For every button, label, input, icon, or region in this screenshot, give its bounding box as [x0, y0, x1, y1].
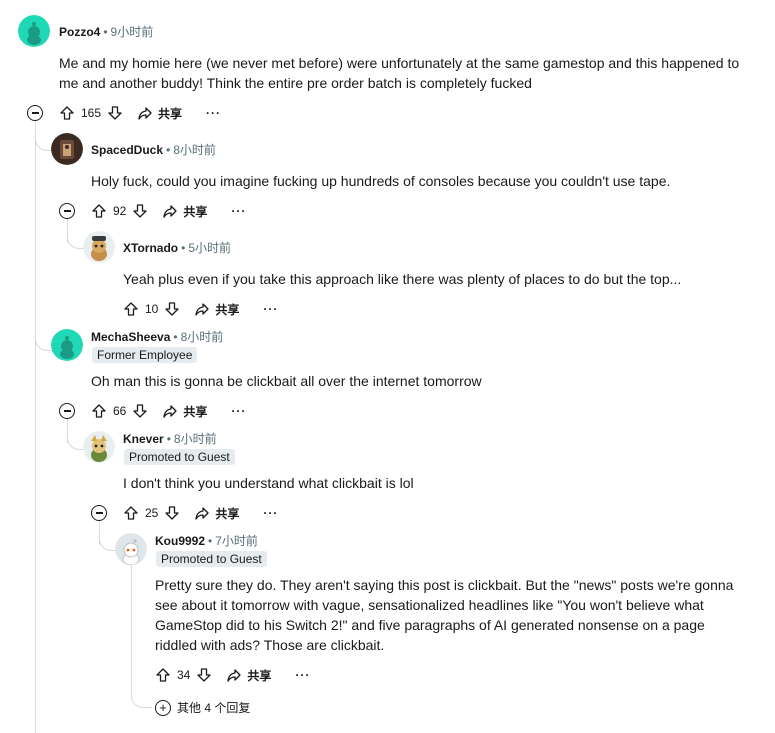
share-button[interactable]: 共享 — [137, 105, 182, 122]
thread-curve-kou9992 — [99, 521, 116, 551]
avatar[interactable] — [83, 431, 115, 463]
timestamp[interactable]: 8小时前 — [181, 330, 224, 344]
thread-line-kou9992 — [131, 565, 132, 685]
share-icon — [162, 403, 178, 419]
action-row: 92 共享 ··· — [91, 201, 246, 221]
action-row: 25 共享 ··· — [123, 503, 278, 523]
author-name[interactable]: Pozzo4 — [59, 25, 100, 39]
more-replies-button[interactable]: + 其他 4 个回复 — [155, 699, 250, 716]
share-icon — [194, 301, 210, 317]
author-name[interactable]: Knever — [123, 432, 164, 446]
comment-meta: SpacedDuck • 8小时前 — [91, 143, 216, 157]
share-button[interactable]: 共享 — [194, 301, 239, 318]
downvote-icon[interactable] — [107, 105, 123, 121]
avatar[interactable] — [18, 15, 50, 47]
more-options-button[interactable]: ··· — [231, 404, 246, 418]
thread-curve-more-replies — [131, 680, 152, 708]
thread-curve-spacedduck — [35, 120, 52, 151]
comment-meta: Pozzo4 • 9小时前 — [59, 25, 154, 39]
downvote-icon[interactable] — [132, 403, 148, 419]
share-button[interactable]: 共享 — [162, 203, 207, 220]
downvote-icon[interactable] — [164, 505, 180, 521]
author-name[interactable]: XTornado — [123, 241, 178, 255]
comment-meta: MechaSheeva • 8小时前 — [91, 330, 224, 344]
vote-count: 10 — [145, 302, 159, 316]
user-flair: Promoted to Guest — [124, 449, 235, 465]
comment-body: Holy fuck, could you imagine fucking up … — [91, 173, 671, 189]
action-row: 10 共享 ··· — [123, 299, 278, 319]
more-options-button[interactable]: ··· — [263, 506, 278, 520]
avatar[interactable] — [115, 533, 147, 565]
avatar[interactable] — [51, 133, 83, 165]
timestamp[interactable]: 9小时前 — [111, 25, 154, 39]
action-row: 165 共享 ··· — [59, 103, 221, 123]
avatar[interactable] — [51, 329, 83, 361]
downvote-icon[interactable] — [164, 301, 180, 317]
more-options-button[interactable]: ··· — [295, 668, 310, 682]
upvote-icon[interactable] — [155, 667, 171, 683]
vote-count: 92 — [113, 204, 127, 218]
timestamp[interactable]: 7小时前 — [215, 534, 258, 548]
comment-body: Me and my homie here (we never met befor… — [59, 55, 740, 91]
avatar[interactable] — [83, 231, 115, 263]
share-button[interactable]: 共享 — [226, 667, 271, 684]
comment-body: Pretty sure they do. They aren't saying … — [155, 577, 734, 653]
share-icon — [162, 203, 178, 219]
vote-count: 66 — [113, 404, 127, 418]
plus-icon: + — [155, 699, 171, 716]
collapse-button[interactable] — [27, 105, 43, 121]
user-flair: Former Employee — [92, 347, 198, 363]
upvote-icon[interactable] — [91, 203, 107, 219]
more-options-button[interactable]: ··· — [231, 204, 246, 218]
action-row: 66 共享 ··· — [91, 401, 246, 421]
downvote-icon[interactable] — [132, 203, 148, 219]
comment-meta: Knever • 8小时前 — [123, 432, 217, 446]
comment-body: Oh man this is gonna be clickbait all ov… — [91, 373, 482, 389]
timestamp[interactable]: 5小时前 — [188, 241, 231, 255]
more-replies-label: 其他 4 个回复 — [177, 701, 251, 715]
share-icon — [137, 105, 153, 121]
share-button[interactable]: 共享 — [162, 403, 207, 420]
upvote-icon[interactable] — [91, 403, 107, 419]
vote-count: 34 — [177, 668, 191, 682]
author-name[interactable]: Kou9992 — [155, 534, 205, 548]
share-icon — [194, 505, 210, 521]
downvote-icon[interactable] — [196, 667, 212, 683]
thread-curve-xtornado — [67, 219, 84, 249]
author-name[interactable]: SpacedDuck — [91, 143, 163, 157]
upvote-icon[interactable] — [123, 301, 139, 317]
thread-curve-knever — [67, 419, 84, 450]
timestamp[interactable]: 8小时前 — [173, 143, 216, 157]
comment-meta: XTornado • 5小时前 — [123, 241, 231, 255]
timestamp[interactable]: 8小时前 — [174, 432, 217, 446]
vote-count: 25 — [145, 506, 159, 520]
author-name[interactable]: MechaSheeva — [91, 330, 170, 344]
share-button[interactable]: 共享 — [194, 505, 239, 522]
collapse-button[interactable] — [91, 505, 107, 521]
comment-meta: Kou9992 • 7小时前 — [155, 534, 258, 548]
action-row: 34 共享 ··· — [155, 665, 310, 685]
vote-count: 165 — [81, 106, 102, 120]
upvote-icon[interactable] — [123, 505, 139, 521]
more-options-button[interactable]: ··· — [206, 106, 221, 120]
more-options-button[interactable]: ··· — [263, 302, 278, 316]
thread-curve-mechasheeva — [35, 320, 52, 351]
thread-line-pozzo4 — [35, 120, 36, 733]
user-flair: Promoted to Guest — [156, 551, 267, 567]
upvote-icon[interactable] — [59, 105, 75, 121]
comment-body: Yeah plus even if you take this approach… — [123, 271, 682, 287]
collapse-button[interactable] — [59, 403, 75, 419]
comment-body: I don't think you understand what clickb… — [123, 475, 414, 491]
collapse-button[interactable] — [59, 203, 75, 219]
share-icon — [226, 667, 242, 683]
